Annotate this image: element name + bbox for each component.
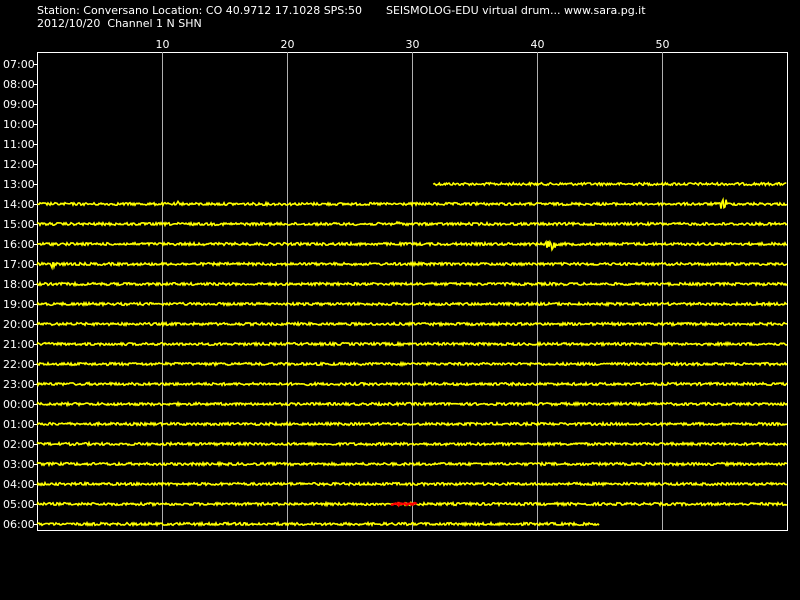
hour-label-0200: 02:00 (3, 438, 35, 451)
x-tick-label-30: 30 (406, 38, 420, 51)
hour-label-1300: 13:00 (3, 178, 35, 191)
x-tick-label-40: 40 (531, 38, 545, 51)
hour-label-0000: 00:00 (3, 398, 35, 411)
hour-label-0700: 07:00 (3, 58, 35, 71)
hour-label-2000: 20:00 (3, 318, 35, 331)
hour-label-1600: 16:00 (3, 238, 35, 251)
hour-label-1100: 11:00 (3, 138, 35, 151)
hour-label-1700: 17:00 (3, 258, 35, 271)
hour-label-1800: 18:00 (3, 278, 35, 291)
hour-label-2200: 22:00 (3, 358, 35, 371)
hour-label-1200: 12:00 (3, 158, 35, 171)
hour-label-0400: 04:00 (3, 478, 35, 491)
hour-label-2300: 23:00 (3, 378, 35, 391)
hour-label-0600: 06:00 (3, 518, 35, 531)
x-tick-label-10: 10 (156, 38, 170, 51)
hour-label-1400: 14:00 (3, 198, 35, 211)
hour-label-0300: 03:00 (3, 458, 35, 471)
hour-label-0100: 01:00 (3, 418, 35, 431)
event-trace-0500 (390, 501, 418, 508)
hour-label-0900: 09:00 (3, 98, 35, 111)
hour-label-1000: 10:00 (3, 118, 35, 131)
hour-label-1900: 19:00 (3, 298, 35, 311)
trace-0600 (36, 520, 600, 528)
x-tick-label-20: 20 (281, 38, 295, 51)
hour-label-2100: 21:00 (3, 338, 35, 351)
x-tick-label-50: 50 (656, 38, 670, 51)
seismogram-drum: 10 20 30 40 50 07:00 08:00 09:00 10:00 11:00 12:00… (3, 38, 788, 531)
hour-label-1500: 15:00 (3, 218, 35, 231)
hour-label-0800: 08:00 (3, 78, 35, 91)
trace-1300 (432, 181, 787, 188)
hour-label-0500: 05:00 (3, 498, 35, 511)
